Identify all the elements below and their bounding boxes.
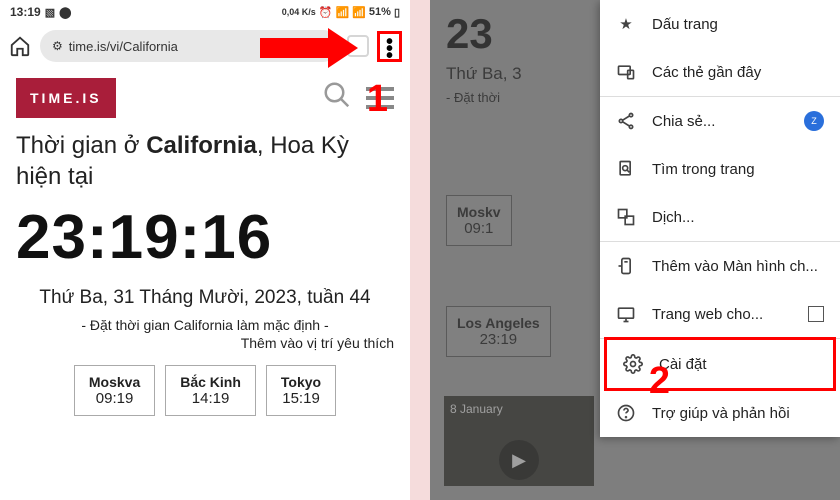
date-line: Thứ Ba, 31 Tháng Mười, 2023, tuần 44 <box>16 287 394 309</box>
city-name: Bắc Kinh <box>180 374 241 390</box>
step-label-1: 1 <box>367 78 388 121</box>
search-icon[interactable] <box>322 80 352 117</box>
city-card[interactable]: Tokyo 15:19 <box>266 365 336 416</box>
app-icon-1: ▧ <box>45 6 55 19</box>
share-icon <box>616 111 636 131</box>
city-card[interactable]: Moskva 09:19 <box>74 365 155 416</box>
step-label-2: 2 <box>649 360 670 403</box>
zalo-badge-icon: Z <box>804 111 824 131</box>
city-row: Moskva 09:19 Bắc Kinh 14:19 Tokyo 15:19 <box>16 365 394 416</box>
site-settings-icon: ⚙ <box>52 39 63 53</box>
menu-label: Trang web cho... <box>652 306 763 323</box>
menu-item-add-to-home[interactable]: Thêm vào Màn hình ch... <box>600 242 840 290</box>
city-name: Tokyo <box>281 374 321 390</box>
menu-item-recent-tabs[interactable]: Các thẻ gần đây <box>600 48 840 96</box>
title-bold: California <box>146 132 257 159</box>
city-time: 09:19 <box>89 390 140 407</box>
page-content: TIME.IS Thời gian ở California, Hoa Kỳ h… <box>0 68 410 426</box>
translate-icon <box>616 207 636 227</box>
menu-item-share[interactable]: Chia sẻ... Z <box>600 97 840 145</box>
net-speed: 0,04 K/s <box>282 8 316 17</box>
city-card[interactable]: Bắc Kinh 14:19 <box>165 365 256 416</box>
status-time: 13:19 <box>10 5 41 19</box>
set-default-link[interactable]: - Đặt thời gian California làm mặc định … <box>16 317 394 333</box>
menu-item-translate[interactable]: Dịch... <box>600 193 840 241</box>
signal-icon: 📶 <box>352 6 366 19</box>
star-icon: ★ <box>616 14 636 34</box>
desktop-site-checkbox[interactable] <box>808 306 824 322</box>
right-screenshot: 23 Thứ Ba, 3 - Đặt thời Moskv 09:1 Los A… <box>430 0 840 500</box>
devices-icon <box>616 62 636 82</box>
add-favorite-link[interactable]: Thêm vào vị trí yêu thích <box>16 335 394 351</box>
menu-item-desktop-site[interactable]: Trang web cho... <box>600 290 840 338</box>
battery-icon: ▯ <box>394 6 400 19</box>
menu-item-help[interactable]: Trợ giúp và phản hồi <box>600 389 840 437</box>
status-bar: 13:19 ▧ ⬤ 0,04 K/s ⏰ 📶 📶 51% ▯ <box>0 0 410 24</box>
menu-label: Các thẻ gần đây <box>652 64 761 81</box>
site-logo[interactable]: TIME.IS <box>16 78 116 118</box>
desktop-icon <box>616 304 636 324</box>
app-icon-2: ⬤ <box>59 6 71 19</box>
menu-label: Dịch... <box>652 209 695 226</box>
menu-label: Trợ giúp và phản hồi <box>652 405 790 422</box>
help-icon <box>616 403 636 423</box>
home-button[interactable] <box>8 34 32 58</box>
left-screenshot: 13:19 ▧ ⬤ 0,04 K/s ⏰ 📶 📶 51% ▯ ⚙ time.is… <box>0 0 410 500</box>
gear-icon <box>623 354 643 374</box>
kebab-menu-button[interactable]: ••• <box>386 36 393 57</box>
wifi-icon: 📶 <box>336 6 350 19</box>
menu-item-find-in-page[interactable]: Tìm trong trang <box>600 145 840 193</box>
kebab-menu-highlight: ••• <box>377 31 402 62</box>
url-text: time.is/vi/California <box>69 39 178 54</box>
add-to-home-icon <box>616 256 636 276</box>
arrow-annotation <box>260 28 360 68</box>
menu-item-bookmarks[interactable]: ★ Dấu trang <box>600 0 840 48</box>
city-time: 14:19 <box>180 390 241 407</box>
menu-label: Tìm trong trang <box>652 161 755 178</box>
alarm-icon: ⏰ <box>319 6 333 19</box>
menu-label: Dấu trang <box>652 16 718 33</box>
page-title: Thời gian ở California, Hoa Kỳ hiện tại <box>16 130 394 192</box>
battery-text: 51% <box>369 6 391 18</box>
city-time: 15:19 <box>281 390 321 407</box>
title-prefix: Thời gian ở <box>16 132 146 159</box>
find-in-page-icon <box>616 159 636 179</box>
menu-label: Chia sẻ... <box>652 113 715 130</box>
menu-item-settings[interactable]: Cài đặt <box>604 337 836 391</box>
city-name: Moskva <box>89 374 140 390</box>
main-clock: 23:19:16 <box>16 202 394 273</box>
chrome-menu-panel: ★ Dấu trang Các thẻ gần đây Chia sẻ... Z… <box>600 0 840 437</box>
menu-label: Thêm vào Màn hình ch... <box>652 258 818 275</box>
